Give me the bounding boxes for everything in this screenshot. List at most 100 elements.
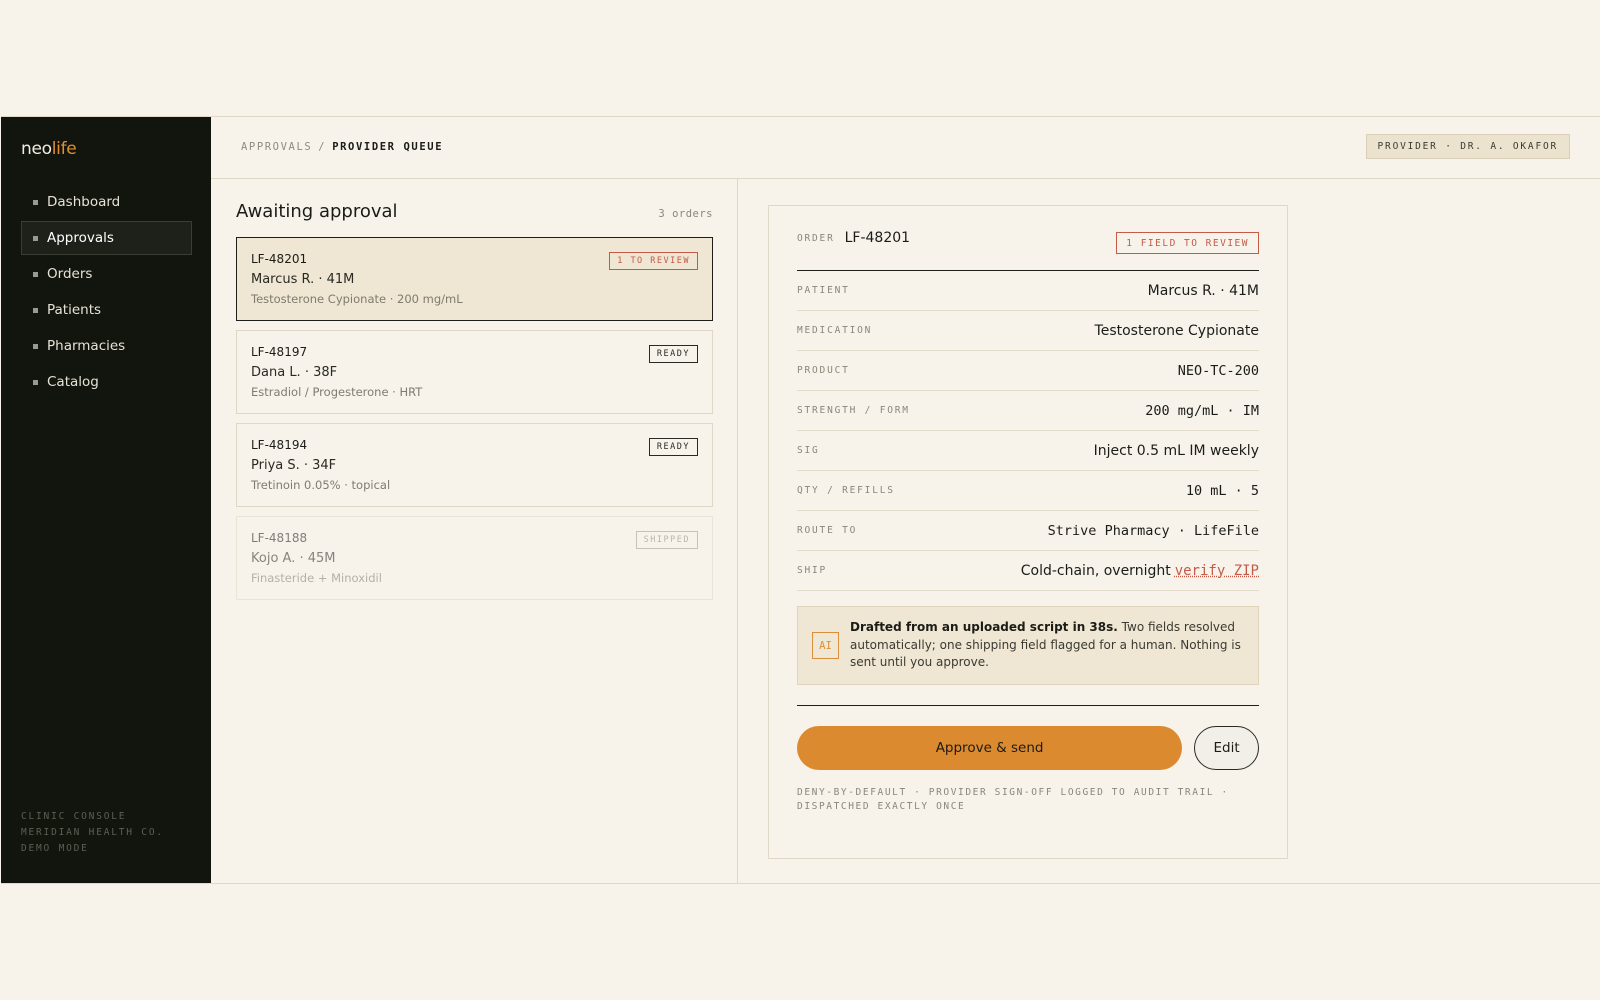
order-patient: Marcus R. · 41M bbox=[251, 272, 355, 287]
sidebar: neolife Dashboard Approvals Orders Patie… bbox=[1, 117, 211, 883]
sidebar-item-approvals[interactable]: Approvals bbox=[21, 221, 192, 255]
ai-icon: AI bbox=[812, 632, 839, 659]
topbar: APPROVALS / PROVIDER QUEUE PROVIDER · DR. … bbox=[211, 117, 1600, 179]
detail-row-qty: QTY / REFILLS 10 mL · 5 bbox=[797, 471, 1259, 511]
order-label: ORDER bbox=[797, 232, 835, 244]
breadcrumb-current: PROVIDER QUEUE bbox=[332, 141, 444, 153]
order-id: LF-48194 bbox=[251, 438, 308, 452]
order-patient: Dana L. · 38F bbox=[251, 365, 338, 380]
content-body: Awaiting approval 3 orders LF-48201 Marc… bbox=[211, 179, 1600, 883]
order-medication: Estradiol / Progesterone · HRT bbox=[251, 385, 423, 399]
footer-line: CLINIC CONSOLE bbox=[21, 811, 127, 822]
order-card[interactable]: LF-48197 Dana L. · 38F Estradiol / Proge… bbox=[236, 330, 713, 414]
detail-header: ORDER LF-48201 1 FIELD TO REVIEW bbox=[797, 206, 1259, 271]
field-label: PRODUCT bbox=[797, 365, 850, 376]
action-row: Approve & send Edit bbox=[797, 726, 1259, 770]
detail-row-patient: PATIENT Marcus R. · 41M bbox=[797, 271, 1259, 311]
sidebar-item-label: Pharmacies bbox=[47, 338, 126, 354]
order-card[interactable]: LF-48201 Marcus R. · 41M Testosterone Cy… bbox=[236, 237, 713, 321]
order-patient: Priya S. · 34F bbox=[251, 458, 337, 473]
field-value: 10 mL · 5 bbox=[1185, 482, 1259, 499]
detail-row-ship: SHIP Cold-chain, overnight verify ZIP bbox=[797, 551, 1259, 591]
order-card[interactable]: LF-48194 Priya S. · 34F Tretinoin 0.05% … bbox=[236, 423, 713, 507]
field-value: 200 mg/mL · IM bbox=[1145, 402, 1259, 419]
order-detail-panel: ORDER LF-48201 1 FIELD TO REVIEW PATIENT… bbox=[768, 205, 1288, 859]
sidebar-item-patients[interactable]: Patients bbox=[21, 293, 192, 327]
order-detail-area: ORDER LF-48201 1 FIELD TO REVIEW PATIENT… bbox=[738, 179, 1600, 883]
main-area: APPROVALS / PROVIDER QUEUE PROVIDER · DR. … bbox=[211, 117, 1600, 883]
sidebar-item-label: Catalog bbox=[47, 374, 99, 390]
queue-count: 3 orders bbox=[658, 208, 713, 220]
ai-draft-note: AI Drafted from an uploaded script in 38… bbox=[797, 606, 1259, 685]
status-badge: 1 TO REVIEW bbox=[609, 252, 698, 270]
sidebar-item-catalog[interactable]: Catalog bbox=[21, 365, 192, 399]
sidebar-item-label: Approvals bbox=[47, 230, 114, 246]
review-badge: 1 FIELD TO REVIEW bbox=[1116, 232, 1259, 254]
queue-header: Awaiting approval 3 orders bbox=[236, 201, 713, 222]
order-medication: Testosterone Cypionate · 200 mg/mL bbox=[251, 292, 463, 306]
field-label: SHIP bbox=[797, 565, 828, 576]
field-value: Testosterone Cypionate bbox=[1094, 322, 1259, 339]
approve-send-button[interactable]: Approve & send bbox=[797, 726, 1183, 770]
detail-row-product: PRODUCT NEO-TC-200 bbox=[797, 351, 1259, 391]
divider bbox=[797, 705, 1259, 706]
audit-fine-print: DENY-BY-DEFAULT · PROVIDER SIGN-OFF LOGG… bbox=[797, 787, 1229, 812]
sidebar-item-dashboard[interactable]: Dashboard bbox=[21, 185, 192, 219]
bullet-icon bbox=[33, 379, 38, 385]
field-value: Cold-chain, overnight bbox=[1020, 562, 1171, 579]
sidebar-footer: CLINIC CONSOLE MERIDIAN HEALTH CO. DEMO … bbox=[21, 809, 164, 857]
status-badge: READY bbox=[648, 438, 698, 456]
queue-title: Awaiting approval bbox=[236, 201, 398, 222]
bullet-icon bbox=[33, 235, 38, 241]
field-value: Marcus R. · 41M bbox=[1147, 282, 1259, 299]
verify-zip-link[interactable]: verify ZIP bbox=[1175, 563, 1259, 579]
ai-note-lead: Drafted from an uploaded script in 38s. bbox=[850, 620, 1118, 635]
sidebar-item-label: Orders bbox=[47, 266, 93, 282]
footer-line: DEMO MODE bbox=[21, 843, 89, 854]
edit-button[interactable]: Edit bbox=[1194, 726, 1259, 770]
brand-part-2: life bbox=[51, 139, 77, 159]
sidebar-item-label: Patients bbox=[47, 302, 102, 318]
order-id: LF-48197 bbox=[251, 345, 308, 359]
field-label: MEDICATION bbox=[797, 325, 873, 336]
sidebar-nav: Dashboard Approvals Orders Patients Phar… bbox=[21, 185, 192, 401]
field-value: Strive Pharmacy · LifeFile bbox=[1047, 522, 1259, 539]
field-label: ROUTE TO bbox=[797, 525, 858, 536]
approval-queue: Awaiting approval 3 orders LF-48201 Marc… bbox=[211, 179, 738, 883]
order-card[interactable]: LF-48188 Kojo A. · 45M Finasteride + Min… bbox=[236, 516, 713, 600]
sidebar-item-pharmacies[interactable]: Pharmacies bbox=[21, 329, 192, 363]
breadcrumb-separator: / bbox=[318, 141, 327, 153]
bullet-icon bbox=[33, 271, 38, 277]
order-id: LF-48201 bbox=[844, 230, 911, 246]
field-value: NEO-TC-200 bbox=[1177, 362, 1259, 379]
field-label: PATIENT bbox=[797, 285, 850, 296]
brand-part-1: neo bbox=[21, 139, 52, 159]
detail-row-route: ROUTE TO Strive Pharmacy · LifeFile bbox=[797, 511, 1259, 551]
ai-note-text: Drafted from an uploaded script in 38s. … bbox=[850, 619, 1245, 672]
order-id: LF-48188 bbox=[251, 531, 308, 545]
detail-row-medication: MEDICATION Testosterone Cypionate bbox=[797, 311, 1259, 351]
breadcrumb-parent[interactable]: APPROVALS bbox=[241, 141, 312, 153]
bullet-icon bbox=[33, 199, 38, 205]
bullet-icon bbox=[33, 307, 38, 313]
detail-row-strength: STRENGTH / FORM 200 mg/mL · IM bbox=[797, 391, 1259, 431]
breadcrumb: APPROVALS / PROVIDER QUEUE bbox=[241, 141, 443, 153]
order-medication: Tretinoin 0.05% · topical bbox=[251, 478, 391, 492]
order-medication: Finasteride + Minoxidil bbox=[251, 571, 382, 585]
field-label: STRENGTH / FORM bbox=[797, 405, 910, 416]
order-patient: Kojo A. · 45M bbox=[251, 551, 336, 566]
sidebar-item-label: Dashboard bbox=[47, 194, 121, 210]
status-badge: SHIPPED bbox=[635, 531, 698, 549]
detail-row-sig: SIG Inject 0.5 mL IM weekly bbox=[797, 431, 1259, 471]
footer-line: MERIDIAN HEALTH CO. bbox=[21, 827, 164, 838]
field-label: QTY / REFILLS bbox=[797, 485, 895, 496]
field-value: Inject 0.5 mL IM weekly bbox=[1093, 442, 1259, 459]
brand-logo: neolife bbox=[21, 139, 77, 159]
field-label: SIG bbox=[797, 445, 820, 456]
status-badge: READY bbox=[648, 345, 698, 363]
bullet-icon bbox=[33, 343, 38, 349]
sidebar-item-orders[interactable]: Orders bbox=[21, 257, 192, 291]
provider-badge: PROVIDER · DR. A. OKAFOR bbox=[1365, 134, 1570, 159]
app-frame: neolife Dashboard Approvals Orders Patie… bbox=[1, 116, 1600, 884]
field-value-wrap: Cold-chain, overnight verify ZIP bbox=[1021, 563, 1259, 579]
